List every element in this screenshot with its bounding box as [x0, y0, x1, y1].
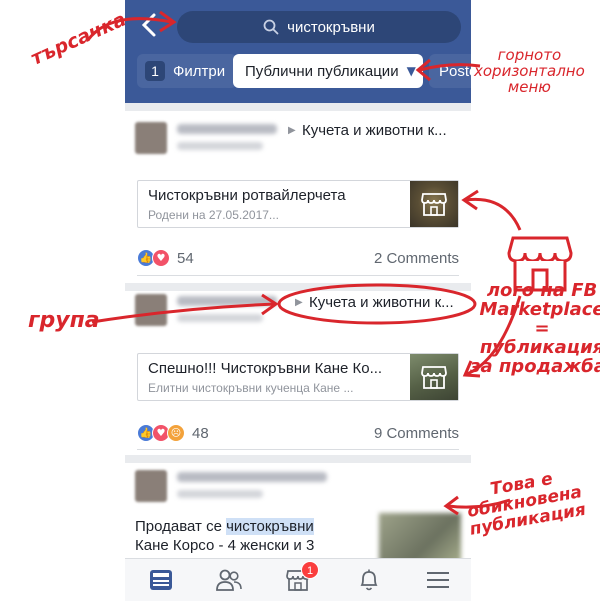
blurred-author-name	[177, 296, 277, 306]
group-link[interactable]: Кучета и животни к...	[309, 292, 454, 314]
search-icon	[263, 19, 279, 35]
filters-button[interactable]: 1 Филтри	[137, 54, 237, 88]
post-text-start: Продават се	[135, 518, 227, 535]
marketplace-listing[interactable]: Спешно!!! Чистокръвни Кане Ко... Елитни …	[137, 353, 459, 401]
public-posts-label: Публични публикации	[245, 62, 399, 80]
public-posts-dropdown[interactable]: Публични публикации ▼	[233, 54, 423, 88]
marketplace-icon	[421, 366, 447, 389]
post-header	[135, 468, 465, 512]
filter-menu: 1 Филтри Публични публикации ▼ Poste	[125, 54, 471, 90]
blurred-author-name	[177, 472, 327, 482]
group-link[interactable]: Кучета и животни к...	[302, 120, 447, 142]
avatar[interactable]	[135, 294, 167, 326]
feed-separator	[125, 283, 471, 291]
listing-title: Чистокръвни ротвайлерчета	[148, 187, 346, 204]
reactions-bar: 👍 ♥ 54 2 Comments	[137, 246, 459, 270]
results-feed: ▶ Кучета и животни к... Чистокръвни ротв…	[125, 103, 471, 565]
annotation-search: търсачка	[27, 8, 130, 70]
comments-count[interactable]: 9 Comments	[374, 425, 459, 442]
post-text: Продават се чистокръвни Кане Корсо - 4 ж…	[135, 517, 375, 555]
avatar[interactable]	[135, 122, 167, 154]
notifications-icon[interactable]	[354, 565, 384, 595]
posts-tab[interactable]: Poste	[429, 54, 471, 88]
menu-icon[interactable]	[423, 565, 453, 595]
bottom-nav: 1	[125, 558, 471, 601]
divider	[137, 275, 459, 276]
blurred-post-meta	[177, 142, 263, 150]
marketplace-icon[interactable]: 1	[283, 561, 319, 595]
phone-screen: чистокръвни 1 Филтри Публични публикации…	[125, 0, 471, 601]
notification-badge: 1	[301, 561, 319, 579]
avatar[interactable]	[135, 470, 167, 502]
posts-label: Poste	[439, 62, 471, 80]
comments-count[interactable]: 2 Comments	[374, 250, 459, 267]
blurred-author-name	[177, 124, 277, 134]
annotation-normal-post: Това е обикновена публикация	[465, 468, 588, 540]
annotation-group: група	[28, 308, 100, 333]
post-header: ▶ Кучета и животни к...	[135, 120, 465, 164]
listing-subtitle: Родени на 27.05.2017...	[148, 208, 279, 222]
divider	[137, 449, 459, 450]
love-reaction-icon: ♥	[152, 249, 170, 267]
listing-thumbnail	[410, 181, 458, 227]
search-bar[interactable]: чистокръвни	[177, 11, 461, 43]
feed-separator	[125, 103, 471, 111]
blurred-post-meta	[177, 490, 263, 498]
group-arrow-icon: ▶	[288, 125, 296, 136]
feed-separator	[125, 455, 471, 463]
reaction-count[interactable]: 48	[192, 425, 209, 442]
top-bar: чистокръвни 1 Филтри Публични публикации…	[125, 0, 471, 103]
post-text-rest: Кане Корсо - 4 женски и 3	[135, 537, 315, 554]
angry-reaction-icon: ☹	[167, 424, 185, 442]
post-text-highlight: чистокръвни	[226, 518, 314, 535]
reactions-bar: 👍 ♥ ☹ 48 9 Comments	[137, 421, 459, 445]
filters-count-badge: 1	[145, 61, 165, 81]
marketplace-listing[interactable]: Чистокръвни ротвайлерчета Родени на 27.0…	[137, 180, 459, 228]
caret-down-icon: ▼	[406, 64, 416, 78]
filters-label: Филтри	[173, 62, 226, 80]
group-arrow-icon: ▶	[295, 297, 303, 308]
friends-icon[interactable]	[214, 565, 244, 595]
news-feed-icon[interactable]	[146, 565, 176, 595]
post-header: ▶ Кучета и животни к...	[135, 292, 465, 336]
annotation-menu: горното хоризонтално меню	[474, 46, 585, 96]
blurred-post-meta	[177, 314, 263, 322]
annotation-marketplace: лого на FB Marketplace = публикация за п…	[470, 280, 600, 377]
listing-subtitle: Елитни чистокръвни кученца Кане ...	[148, 381, 354, 395]
listing-title: Спешно!!! Чистокръвни Кане Ко...	[148, 360, 383, 377]
back-arrow-icon[interactable]	[139, 12, 163, 40]
search-query: чистокръвни	[287, 18, 375, 36]
marketplace-icon	[421, 193, 447, 216]
reaction-count[interactable]: 54	[177, 250, 194, 267]
listing-thumbnail	[410, 354, 458, 400]
